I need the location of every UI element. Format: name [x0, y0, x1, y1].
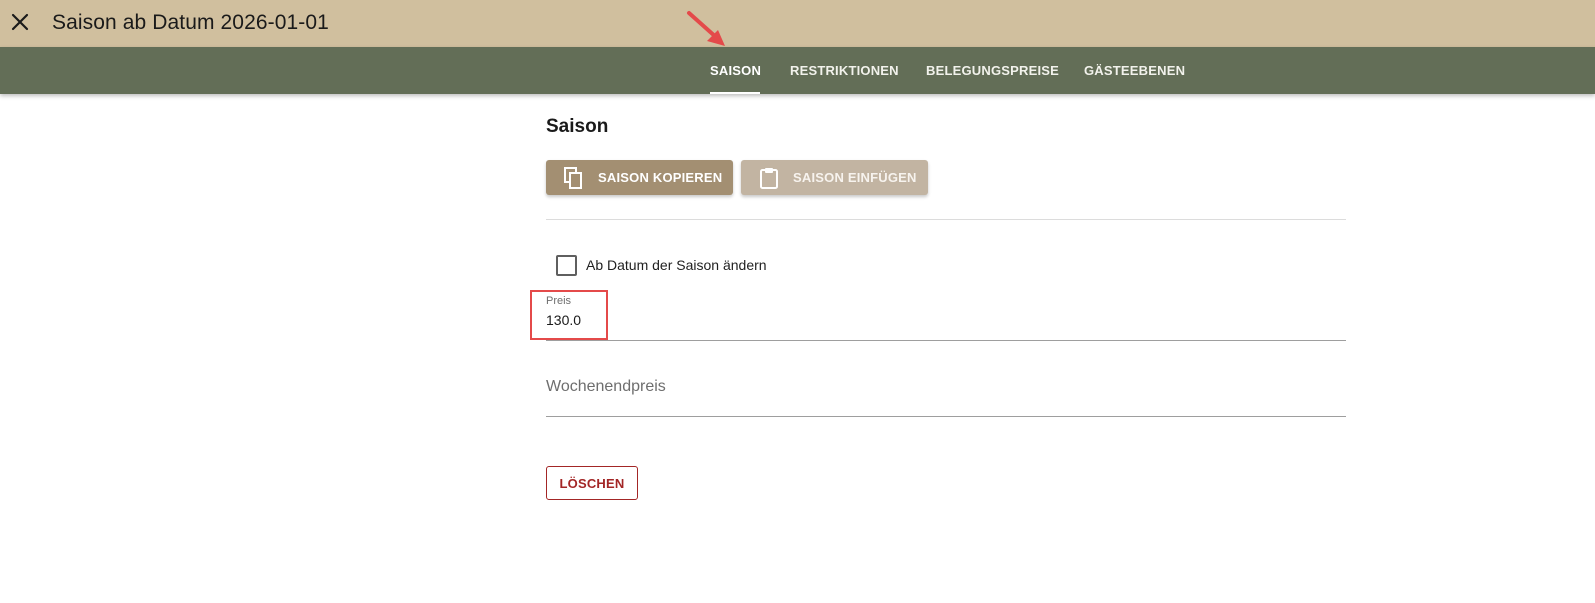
- price-field-underline: [546, 340, 1346, 341]
- close-icon: [11, 13, 29, 31]
- dialog-title: Saison ab Datum 2026-01-01: [52, 11, 329, 34]
- change-start-date-label: Ab Datum der Saison ändern: [586, 257, 767, 273]
- tab-bar: SAISON RESTRIKTIONEN BELEGUNGSPREISE GÄS…: [0, 47, 1595, 94]
- paste-season-label: SAISON EINFÜGEN: [793, 170, 917, 185]
- close-button[interactable]: [9, 11, 31, 33]
- tab-gaesteebenen[interactable]: GÄSTEEBENEN: [1084, 47, 1185, 94]
- tab-restriktionen[interactable]: RESTRIKTIONEN: [790, 47, 899, 94]
- copy-icon: [564, 166, 582, 189]
- price-input[interactable]: [546, 312, 1346, 328]
- tab-saison[interactable]: SAISON: [710, 47, 761, 94]
- weekend-price-underline: [546, 416, 1346, 417]
- top-app-bar: Saison ab Datum 2026-01-01: [0, 0, 1595, 47]
- copy-season-button[interactable]: SAISON KOPIEREN: [546, 160, 733, 195]
- weekend-price-input[interactable]: [546, 378, 1346, 396]
- annotation-highlight-box: [530, 290, 608, 340]
- change-start-date-checkbox[interactable]: [556, 255, 577, 276]
- paste-season-button[interactable]: SAISON EINFÜGEN: [741, 160, 928, 195]
- section-title: Saison: [546, 116, 609, 137]
- clipboard-icon: [760, 167, 778, 189]
- delete-button[interactable]: LÖSCHEN: [546, 466, 638, 500]
- copy-season-label: SAISON KOPIEREN: [598, 170, 723, 185]
- tab-belegungspreise[interactable]: BELEGUNGSPREISE: [926, 47, 1059, 94]
- annotation-arrow-icon: [687, 11, 725, 46]
- section-divider: [546, 219, 1346, 220]
